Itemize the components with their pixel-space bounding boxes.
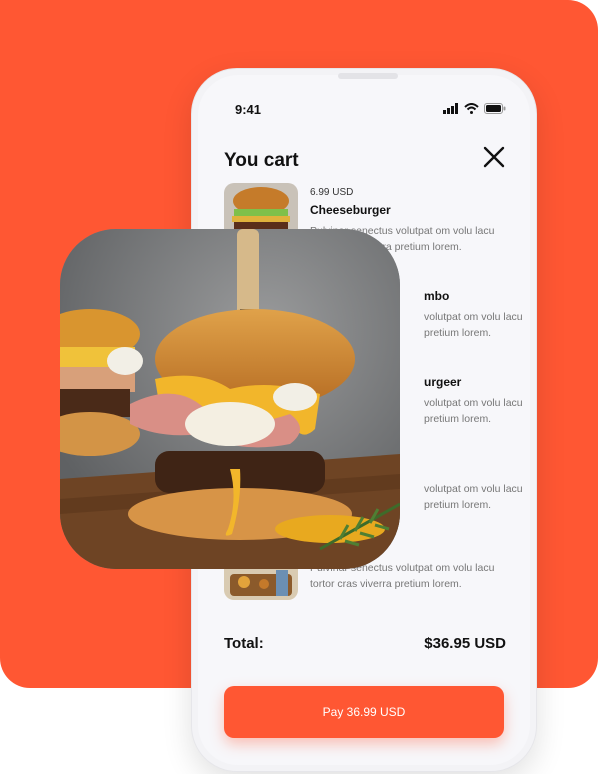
- close-icon[interactable]: [482, 145, 506, 169]
- wifi-icon: [464, 103, 479, 114]
- battery-icon: [484, 103, 506, 114]
- total-value: $36.95 USD: [424, 635, 506, 652]
- status-time: 9:41: [235, 102, 262, 117]
- status-icons: [443, 103, 506, 114]
- total-label: Total:: [224, 635, 264, 652]
- item-name: mbo: [424, 289, 450, 303]
- item-description: volutpat om volu lacu pretium lorem.: [424, 311, 523, 339]
- pay-button[interactable]: Pay 36.99 USD: [224, 686, 504, 738]
- item-description: volutpat om volu lacu pretium lorem.: [424, 397, 523, 425]
- item-name: Cheeseburger: [310, 203, 391, 217]
- cart-title: You cart: [224, 150, 299, 171]
- item-name: urgeer: [424, 375, 462, 389]
- signal-icon: [443, 103, 458, 114]
- item-description: volutpat om volu lacu pretium lorem.: [424, 483, 523, 511]
- burger-photo: [60, 229, 400, 569]
- item-price: 6.99 USD: [310, 187, 354, 198]
- speaker-notch: [338, 73, 398, 79]
